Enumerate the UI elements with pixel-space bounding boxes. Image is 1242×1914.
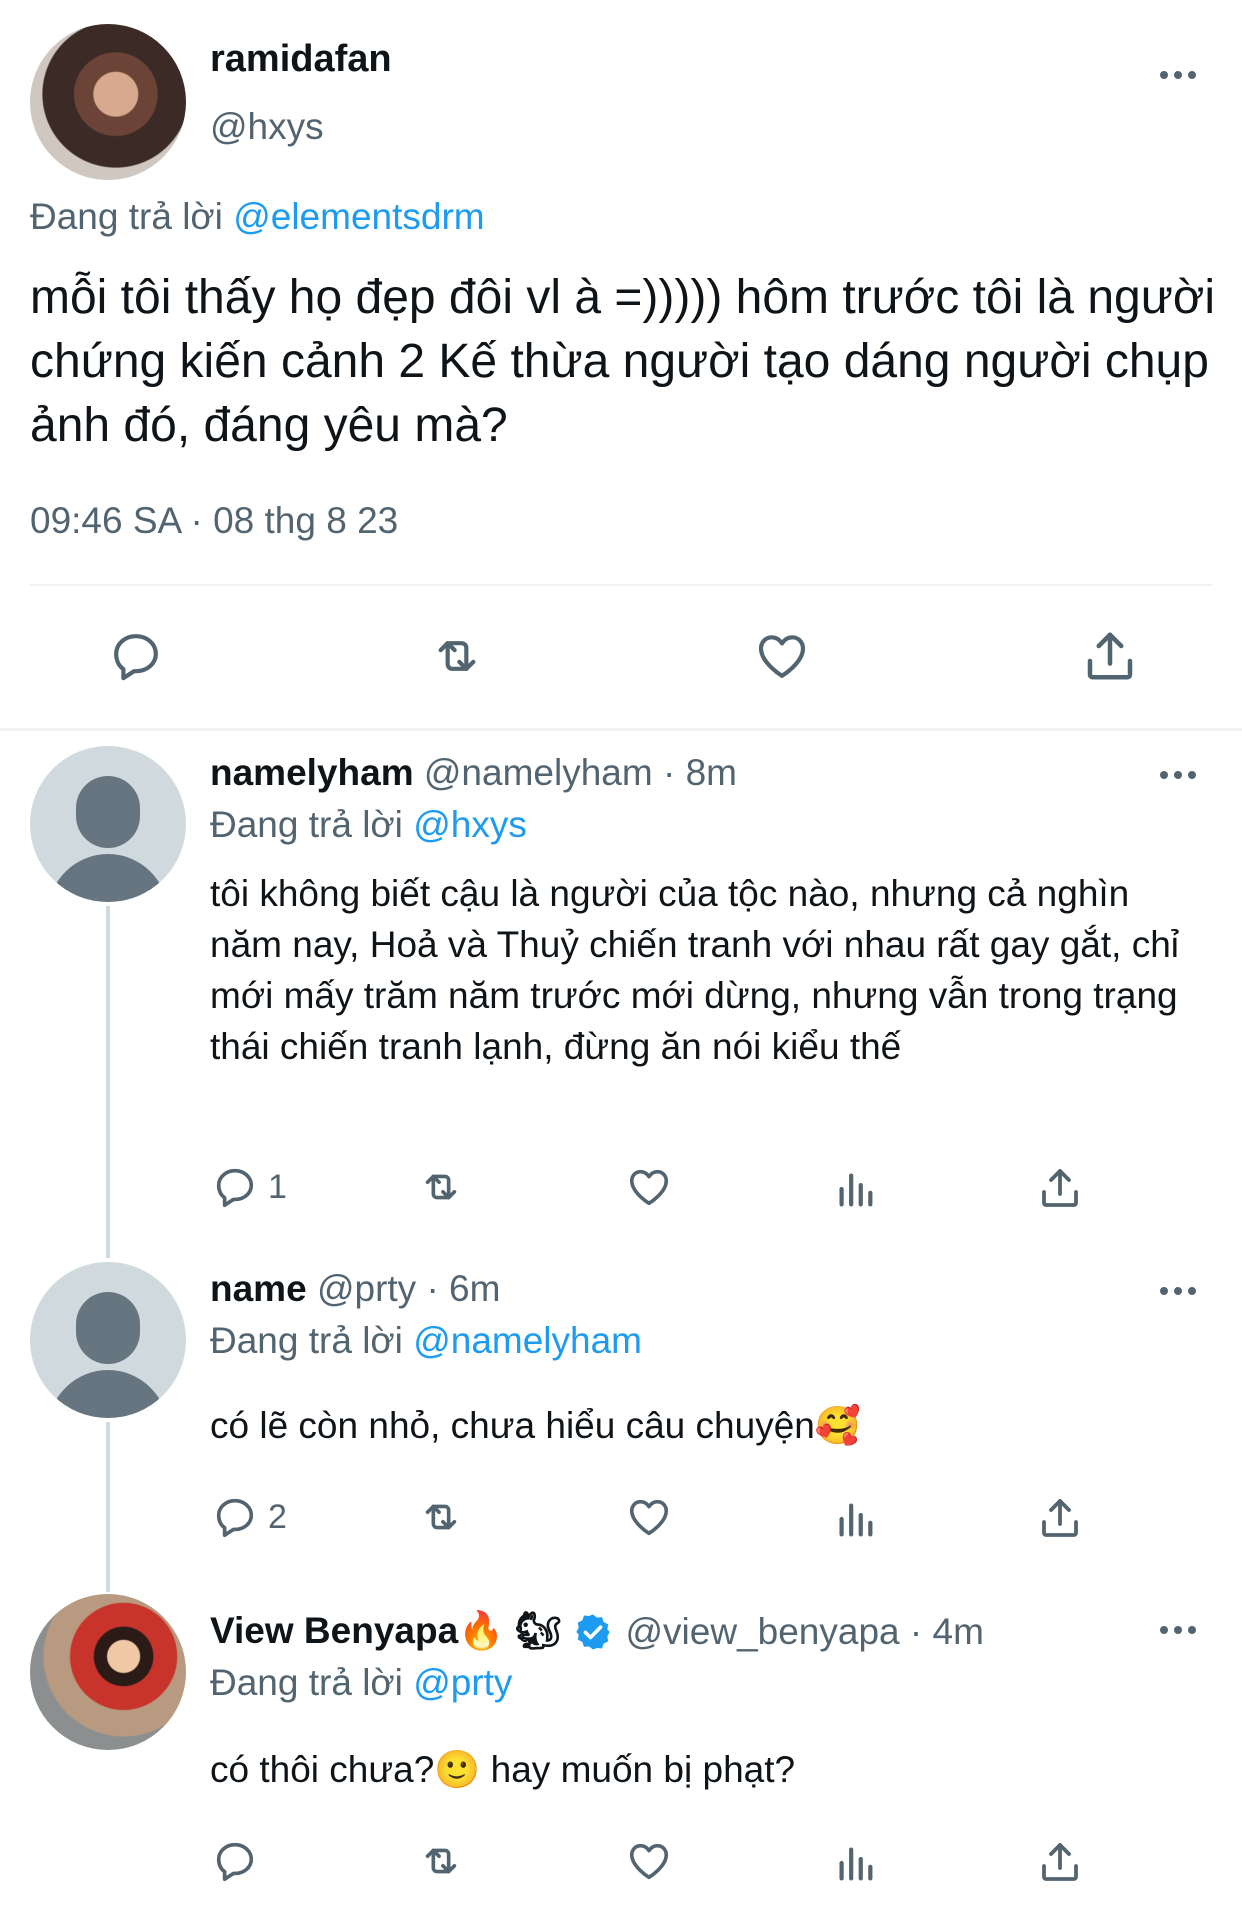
share-button[interactable] (1080, 626, 1140, 686)
more-options-icon[interactable] (1160, 1287, 1196, 1295)
divider (30, 584, 1212, 586)
replying-label: Đang trả lời (210, 1320, 403, 1361)
like-button[interactable] (752, 628, 812, 684)
reply-text: tôi không biết cậu là người của tộc nào,… (210, 873, 1179, 1067)
analytics-icon (839, 1847, 873, 1881)
share-icon (1042, 1843, 1078, 1881)
author-display-name[interactable]: View Benyapa🔥 🐿 (210, 1610, 561, 1653)
reply-header: View Benyapa🔥 🐿 @view_benyapa · 4m (210, 1610, 984, 1653)
replying-label: Đang trả lời (30, 196, 223, 237)
reply-text: có thôi chưa?🙂 hay muốn bị phạt? (210, 1749, 796, 1790)
retweet-icon (425, 1504, 457, 1530)
reply-text: có lẽ còn nhỏ, chưa hiểu câu chuyện🥰 (210, 1405, 861, 1446)
reply-button[interactable] (212, 1838, 268, 1884)
replying-to-link[interactable]: @prty (413, 1662, 512, 1703)
retweet-icon (438, 641, 476, 671)
heart-icon (629, 1169, 669, 1206)
heart-icon (629, 1843, 669, 1880)
author-display-name[interactable]: namelyham (210, 752, 414, 793)
replying-to-line: Đang trả lời @elementsdrm (30, 196, 485, 238)
retweet-button[interactable] (425, 628, 489, 684)
reply-icon (216, 1168, 254, 1208)
share-button[interactable] (1036, 1838, 1084, 1886)
share-button[interactable] (1036, 1164, 1084, 1212)
analytics-button[interactable] (832, 1496, 878, 1542)
reply-count: 1 (268, 1167, 287, 1206)
reply-header: name @prty · 6m (210, 1268, 500, 1310)
replying-to-line: Đang trả lời @namelyham (210, 1320, 642, 1362)
author-handle-time[interactable]: @namelyham · 8m (424, 752, 737, 793)
author-display-name[interactable]: ramidafan (210, 38, 392, 81)
verified-badge-icon (576, 1614, 611, 1649)
share-icon (1042, 1499, 1078, 1537)
avatar[interactable] (30, 746, 186, 902)
replying-to-link[interactable]: @elementsdrm (233, 196, 484, 237)
more-options-icon[interactable] (1160, 771, 1196, 779)
heart-icon (629, 1499, 669, 1536)
replying-to-line: Đang trả lời @hxys (210, 804, 527, 846)
analytics-button[interactable] (832, 1166, 878, 1212)
replying-label: Đang trả lời (210, 1662, 403, 1703)
author-handle-time[interactable]: @prty · 6m (317, 1268, 501, 1309)
like-button[interactable] (624, 1494, 674, 1540)
more-options-icon[interactable] (1160, 71, 1196, 79)
avatar[interactable] (30, 1262, 186, 1418)
replying-to-link[interactable]: @namelyham (413, 1320, 642, 1361)
author-display-name[interactable]: name (210, 1268, 307, 1309)
thread-connector (106, 1422, 110, 1592)
reply-button[interactable]: 2 (212, 1494, 287, 1540)
avatar[interactable] (30, 1594, 186, 1750)
retweet-icon (425, 1174, 457, 1200)
retweet-icon (425, 1848, 457, 1874)
share-icon (1087, 632, 1133, 680)
tweet-text: mỗi tôi thấy họ đẹp đôi vl à =))))) hôm … (30, 271, 1215, 452)
more-options-icon[interactable] (1160, 1626, 1196, 1634)
author-handle-time[interactable]: @view_benyapa · 4m (625, 1611, 983, 1653)
analytics-icon (839, 1173, 873, 1207)
share-button[interactable] (1036, 1494, 1084, 1542)
retweet-button[interactable] (414, 1838, 468, 1884)
share-icon (1042, 1169, 1078, 1207)
retweet-button[interactable] (414, 1164, 468, 1210)
reply-button[interactable] (108, 628, 164, 684)
reply-icon (216, 1498, 254, 1538)
thread-connector (106, 906, 110, 1258)
section-divider (0, 728, 1242, 731)
like-button[interactable] (624, 1164, 674, 1210)
author-handle[interactable]: @hxys (210, 106, 324, 148)
reply-icon (114, 634, 158, 681)
analytics-icon (839, 1503, 873, 1537)
reply-icon (216, 1842, 254, 1882)
like-button[interactable] (624, 1838, 674, 1884)
retweet-button[interactable] (414, 1494, 468, 1540)
replying-label: Đang trả lời (210, 804, 403, 845)
reply-button[interactable]: 1 (212, 1164, 287, 1210)
reply-header: namelyham @namelyham · 8m (210, 752, 737, 794)
heart-icon (758, 635, 806, 678)
replying-to-line: Đang trả lời @prty (210, 1662, 512, 1704)
reply-count: 2 (268, 1497, 287, 1536)
analytics-button[interactable] (832, 1840, 878, 1886)
replying-to-link[interactable]: @hxys (413, 804, 527, 845)
tweet-timestamp[interactable]: 09:46 SA · 08 thg 8 23 (30, 500, 398, 542)
avatar[interactable] (30, 24, 186, 180)
